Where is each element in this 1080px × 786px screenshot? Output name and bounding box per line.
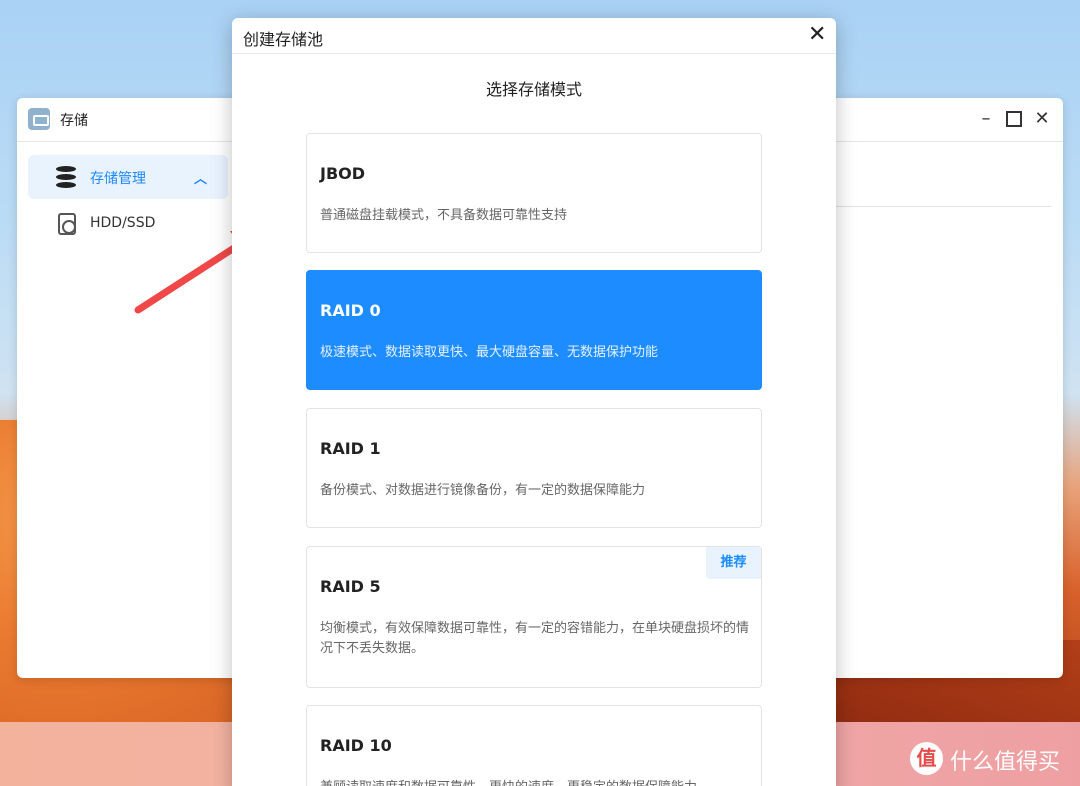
option-card-jbod[interactable]: JBOD 普通磁盘挂载模式，不具备数据可靠性支持 [306,133,762,253]
option-card-raid0[interactable]: RAID 0 极速模式、数据读取更快、最大硬盘容量、无数据保护功能 [306,270,762,390]
option-description: 普通磁盘挂载模式，不具备数据可靠性支持 [320,208,568,223]
dialog-title: 创建存储池 [243,30,324,49]
option-title: RAID 0 [320,301,381,320]
sidebar-item-label: 存储管理 [90,171,146,187]
option-card-raid1[interactable]: RAID 1 备份模式、对数据进行镜像备份，有一定的数据保障能力 [306,408,762,528]
option-description: 备份模式、对数据进行镜像备份，有一定的数据保障能力 [320,483,646,498]
option-description: 兼顾读取速度和数据可靠性，更快的速度，更稳定的数据保障能力 [320,778,750,786]
maximize-icon [1006,111,1022,127]
watermark-text: 什么值得买 [950,750,1061,775]
minimize-button[interactable]: – [975,108,997,130]
option-card-raid10[interactable]: RAID 10 兼顾读取速度和数据可靠性，更快的速度，更稳定的数据保障能力 [306,705,762,786]
dialog-subtitle: 选择存储模式 [485,80,582,99]
storage-app-icon [28,108,50,130]
option-card-raid5[interactable]: 推荐 RAID 5 均衡模式，有效保障数据可靠性，有一定的容错能力，在单块硬盘损… [306,546,762,688]
option-description: 极速模式、数据读取更快、最大硬盘容量、无数据保护功能 [320,345,659,360]
chevron-up-icon[interactable]: ︿ [194,168,207,187]
dialog-header: 创建存储池 ✕ [232,18,836,54]
storage-window-title: 存储 [60,113,88,129]
option-title: JBOD [320,164,366,183]
maximize-button[interactable] [1003,108,1025,130]
watermark-logo-icon: 值 [910,742,943,775]
window-close-button[interactable]: ✕ [1031,108,1053,130]
create-storage-pool-dialog: 创建存储池 ✕ 选择存储模式 JBOD 普通磁盘挂载模式，不具备数据可靠性支持 … [232,18,836,786]
close-icon[interactable]: ✕ [808,22,826,48]
hdd-icon [58,213,76,235]
option-description: 均衡模式，有效保障数据可靠性，有一定的容错能力，在单块硬盘损坏的情况下不丢失数据… [320,621,750,656]
database-icon [56,166,76,188]
option-title: RAID 5 [320,577,381,596]
content-divider [836,206,1051,207]
sidebar-item-storage-management[interactable]: 存储管理 ︿ [28,155,228,199]
recommended-badge: 推荐 [706,547,761,579]
option-title: RAID 10 [320,736,392,755]
option-title: RAID 1 [320,439,381,458]
